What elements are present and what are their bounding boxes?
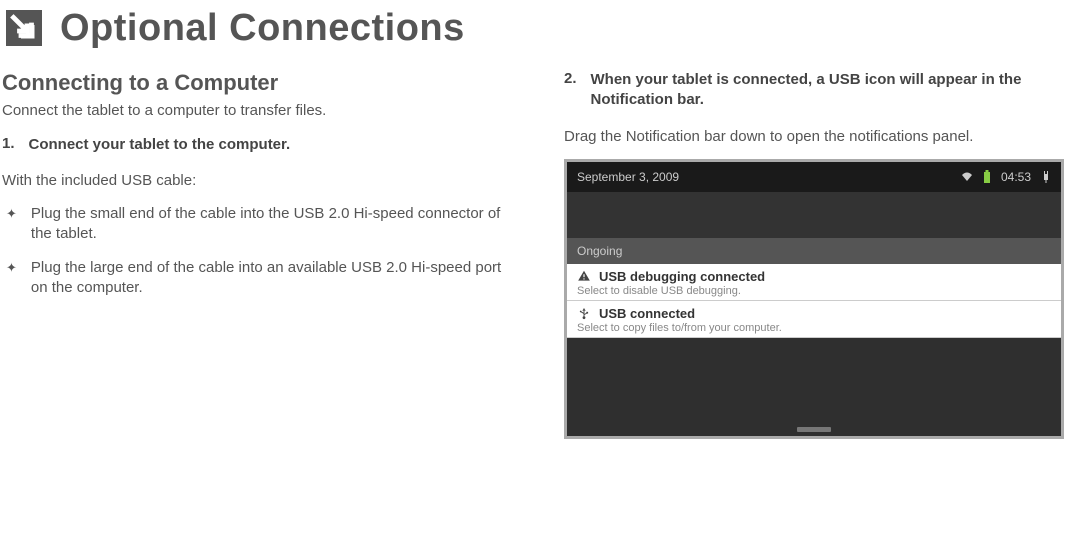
step-1: 1. Connect your tablet to the computer. xyxy=(2,135,510,155)
warning-icon xyxy=(577,269,591,283)
step-2-number: 2. xyxy=(564,70,577,111)
device-screenshot: September 3, 2009 04:53 Ongoing xyxy=(564,159,1064,439)
bullet-2: ✦ Plug the large end of the cable into a… xyxy=(2,258,510,299)
page-title: Optional Connections xyxy=(60,7,465,50)
bullet-1-text: Plug the small end of the cable into the… xyxy=(31,204,510,245)
status-bar: September 3, 2009 04:53 xyxy=(567,162,1061,192)
right-column: 2. When your tablet is connected, a USB … xyxy=(564,70,1072,439)
wifi-icon xyxy=(961,172,973,182)
intro-text: Connect the tablet to a computer to tran… xyxy=(2,102,510,119)
plug-icon xyxy=(1041,171,1051,183)
step-2: 2. When your tablet is connected, a USB … xyxy=(564,70,1072,111)
battery-icon xyxy=(983,170,991,184)
notif-1-title: USB debugging connected xyxy=(599,269,765,284)
detail-usb-cable: With the included USB cable: xyxy=(2,171,510,191)
step-1-number: 1. xyxy=(2,135,15,155)
notif-2-title: USB connected xyxy=(599,306,695,321)
detail-drag-bar: Drag the Notification bar down to open t… xyxy=(564,127,1072,147)
bullet-1: ✦ Plug the small end of the cable into t… xyxy=(2,204,510,245)
usb-icon xyxy=(577,306,591,320)
subheading-connecting: Connecting to a Computer xyxy=(2,70,510,96)
notification-usb-connected[interactable]: USB connected Select to copy files to/fr… xyxy=(567,301,1061,338)
arrow-down-right-icon xyxy=(2,6,46,50)
status-date: September 3, 2009 xyxy=(577,170,679,184)
notif-2-sub: Select to copy files to/from your comput… xyxy=(577,322,1051,334)
star-icon: ✦ xyxy=(6,204,17,245)
star-icon: ✦ xyxy=(6,258,17,299)
left-column: Connecting to a Computer Connect the tab… xyxy=(2,70,510,439)
notification-usb-debugging[interactable]: USB debugging connected Select to disabl… xyxy=(567,264,1061,301)
page-title-row: Optional Connections xyxy=(2,6,1072,50)
bullet-2-text: Plug the large end of the cable into an … xyxy=(31,258,510,299)
step-1-text: Connect your tablet to the computer. xyxy=(29,135,291,155)
status-time: 04:53 xyxy=(1001,170,1031,184)
blank-strip xyxy=(567,192,1061,238)
ongoing-header: Ongoing xyxy=(567,238,1061,264)
ongoing-label: Ongoing xyxy=(577,244,622,258)
notif-1-sub: Select to disable USB debugging. xyxy=(577,285,1051,297)
step-2-text: When your tablet is connected, a USB ico… xyxy=(591,70,1072,111)
drag-handle[interactable] xyxy=(797,427,831,432)
